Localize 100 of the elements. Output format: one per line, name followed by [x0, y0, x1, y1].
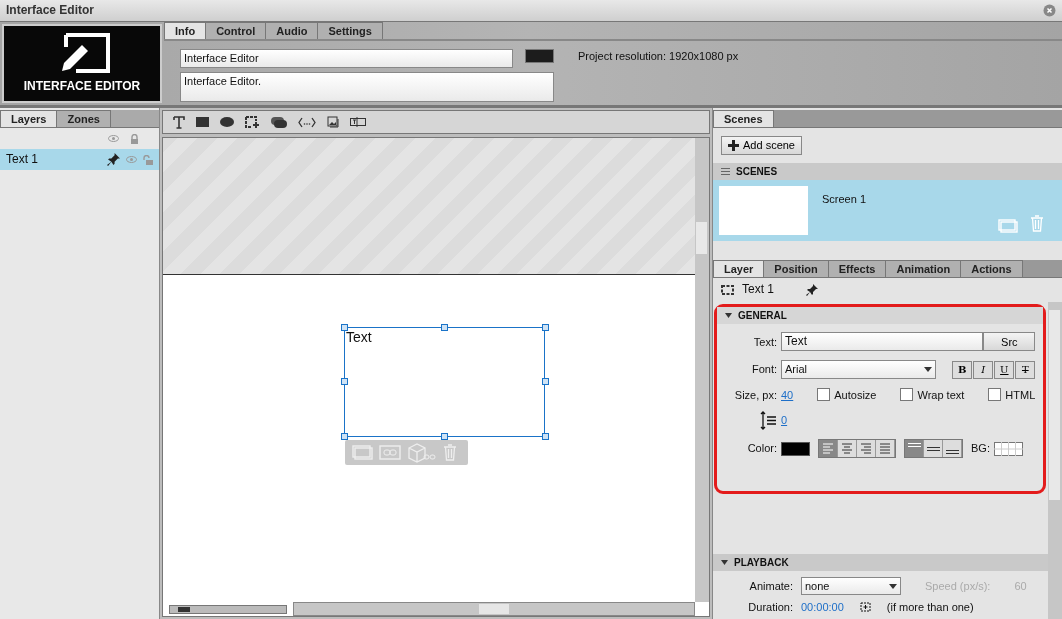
dropdown-arrow-icon — [924, 367, 933, 373]
checkbox-label: HTML — [1005, 387, 1036, 403]
line-spacing-value[interactable]: 0 — [781, 413, 788, 428]
style-button[interactable]: U — [994, 360, 1015, 379]
tab[interactable]: Position — [763, 259, 829, 277]
tab[interactable]: Scenes — [713, 110, 774, 128]
size-value[interactable]: 40 — [781, 387, 794, 403]
field-label: Text: — [752, 334, 777, 349]
zoom-slider[interactable] — [169, 605, 287, 614]
font-dropdown[interactable]: Arial — [781, 360, 937, 379]
align-justify-button[interactable] — [876, 440, 895, 458]
resize-handle[interactable] — [542, 378, 549, 385]
field-label: Font: — [750, 362, 777, 377]
hint-text: (if more than one) — [886, 600, 974, 615]
checkbox-label: Autosize — [834, 387, 877, 403]
resize-handle[interactable] — [341, 433, 348, 440]
vertical-scrollbar[interactable] — [695, 138, 709, 602]
frame-icon[interactable] — [859, 602, 871, 613]
align-center-button[interactable] — [838, 440, 857, 458]
section-title: GENERAL — [738, 308, 787, 322]
ellipse-tool-icon[interactable] — [220, 117, 234, 127]
checkbox-label: Wrap text — [917, 387, 965, 403]
field-label: Color: — [746, 441, 777, 456]
resize-handle[interactable] — [542, 433, 549, 440]
tab[interactable]: Zones — [56, 110, 111, 128]
input-tool-icon[interactable] — [350, 117, 366, 127]
style-button[interactable]: I — [973, 360, 994, 379]
tab[interactable]: Layer — [713, 259, 765, 277]
name-field[interactable]: Interface Editor — [180, 49, 513, 68]
resize-handle[interactable] — [341, 378, 348, 385]
section-title: SCENES — [736, 164, 778, 178]
text-layer-icon — [721, 284, 734, 295]
align-lines-icon — [945, 450, 959, 455]
duration-value[interactable]: 00:00:00 — [801, 600, 844, 615]
tab[interactable]: Effects — [827, 259, 887, 277]
collapse-icon[interactable] — [721, 559, 728, 565]
pin-icon[interactable] — [107, 153, 120, 167]
align-left-button[interactable] — [819, 440, 838, 458]
color-swatch[interactable] — [525, 49, 554, 64]
tab[interactable]: Info — [164, 22, 207, 40]
transparent-swatch[interactable] — [993, 441, 1023, 456]
align-lines-icon — [841, 442, 853, 456]
color-swatch[interactable] — [781, 441, 810, 456]
vertical-scrollbar[interactable] — [1048, 301, 1062, 619]
tab[interactable]: Audio — [265, 22, 319, 40]
checkbox[interactable] — [900, 388, 914, 402]
eye-icon — [108, 135, 119, 143]
code-tool-icon[interactable] — [298, 116, 316, 128]
menu-icon[interactable] — [721, 167, 730, 175]
align-lines-icon — [926, 446, 940, 451]
close-icon[interactable] — [1043, 4, 1056, 17]
animate-dropdown[interactable]: none — [801, 576, 901, 596]
style-button[interactable]: B — [952, 360, 973, 379]
section-title: PLAYBACK — [734, 555, 789, 569]
image-tool-icon[interactable] — [327, 116, 339, 128]
field-label: Duration: — [747, 600, 794, 615]
align-lines-icon — [907, 443, 921, 448]
checkbox[interactable] — [817, 388, 831, 402]
valign-middle-button[interactable] — [924, 440, 943, 458]
align-right-button[interactable] — [857, 440, 876, 458]
style-button[interactable]: T — [1015, 360, 1036, 379]
field-label: Speed (px/s): — [925, 578, 991, 594]
tab[interactable]: Control — [205, 22, 267, 40]
resize-handle[interactable] — [542, 324, 549, 331]
resize-handle[interactable] — [441, 324, 448, 331]
tab[interactable]: Layers — [0, 110, 58, 128]
dropdown-value: Arial — [785, 362, 807, 377]
align-lines-icon — [822, 442, 834, 456]
resize-handle[interactable] — [341, 324, 348, 331]
collapse-icon[interactable] — [725, 312, 732, 318]
field-label: BG: — [971, 441, 990, 456]
tab[interactable]: Animation — [885, 259, 962, 277]
lock-icon — [130, 133, 139, 144]
resolution-text: Project resolution: 1920x1080 px — [578, 49, 739, 65]
pin-icon[interactable] — [806, 283, 818, 296]
logo-text: INTERFACE EDITOR — [23, 78, 141, 95]
text-field[interactable]: Text — [781, 331, 984, 352]
checkbox[interactable] — [988, 388, 1002, 402]
valign-top-button[interactable] — [905, 440, 924, 458]
add-zone-tool-icon[interactable] — [245, 116, 260, 128]
valign-bottom-button[interactable] — [943, 440, 962, 458]
dropdown-value: none — [805, 578, 830, 594]
text-element[interactable]: Text — [344, 327, 545, 437]
button-tool-icon[interactable] — [271, 116, 287, 128]
align-lines-icon — [860, 442, 872, 456]
resize-handle[interactable] — [441, 433, 448, 440]
window-title: Interface Editor — [6, 2, 95, 19]
tab[interactable]: Settings — [317, 22, 383, 40]
layer-name: Text 1 — [742, 282, 774, 298]
text-content: Text — [346, 328, 372, 347]
add-scene-button[interactable]: Add scene — [721, 136, 802, 155]
dropdown-arrow-icon — [889, 583, 897, 589]
text-tool-icon[interactable] — [173, 115, 185, 129]
zoom-thumb[interactable] — [178, 607, 191, 612]
description-field[interactable]: Interface Editor. — [180, 71, 554, 102]
src-button[interactable]: Src — [983, 331, 1036, 352]
horizontal-scrollbar[interactable] — [293, 602, 695, 616]
field-label: Size, px: — [733, 387, 777, 403]
tab[interactable]: Actions — [960, 259, 1023, 277]
layer-row[interactable]: Text 1 — [0, 149, 159, 171]
